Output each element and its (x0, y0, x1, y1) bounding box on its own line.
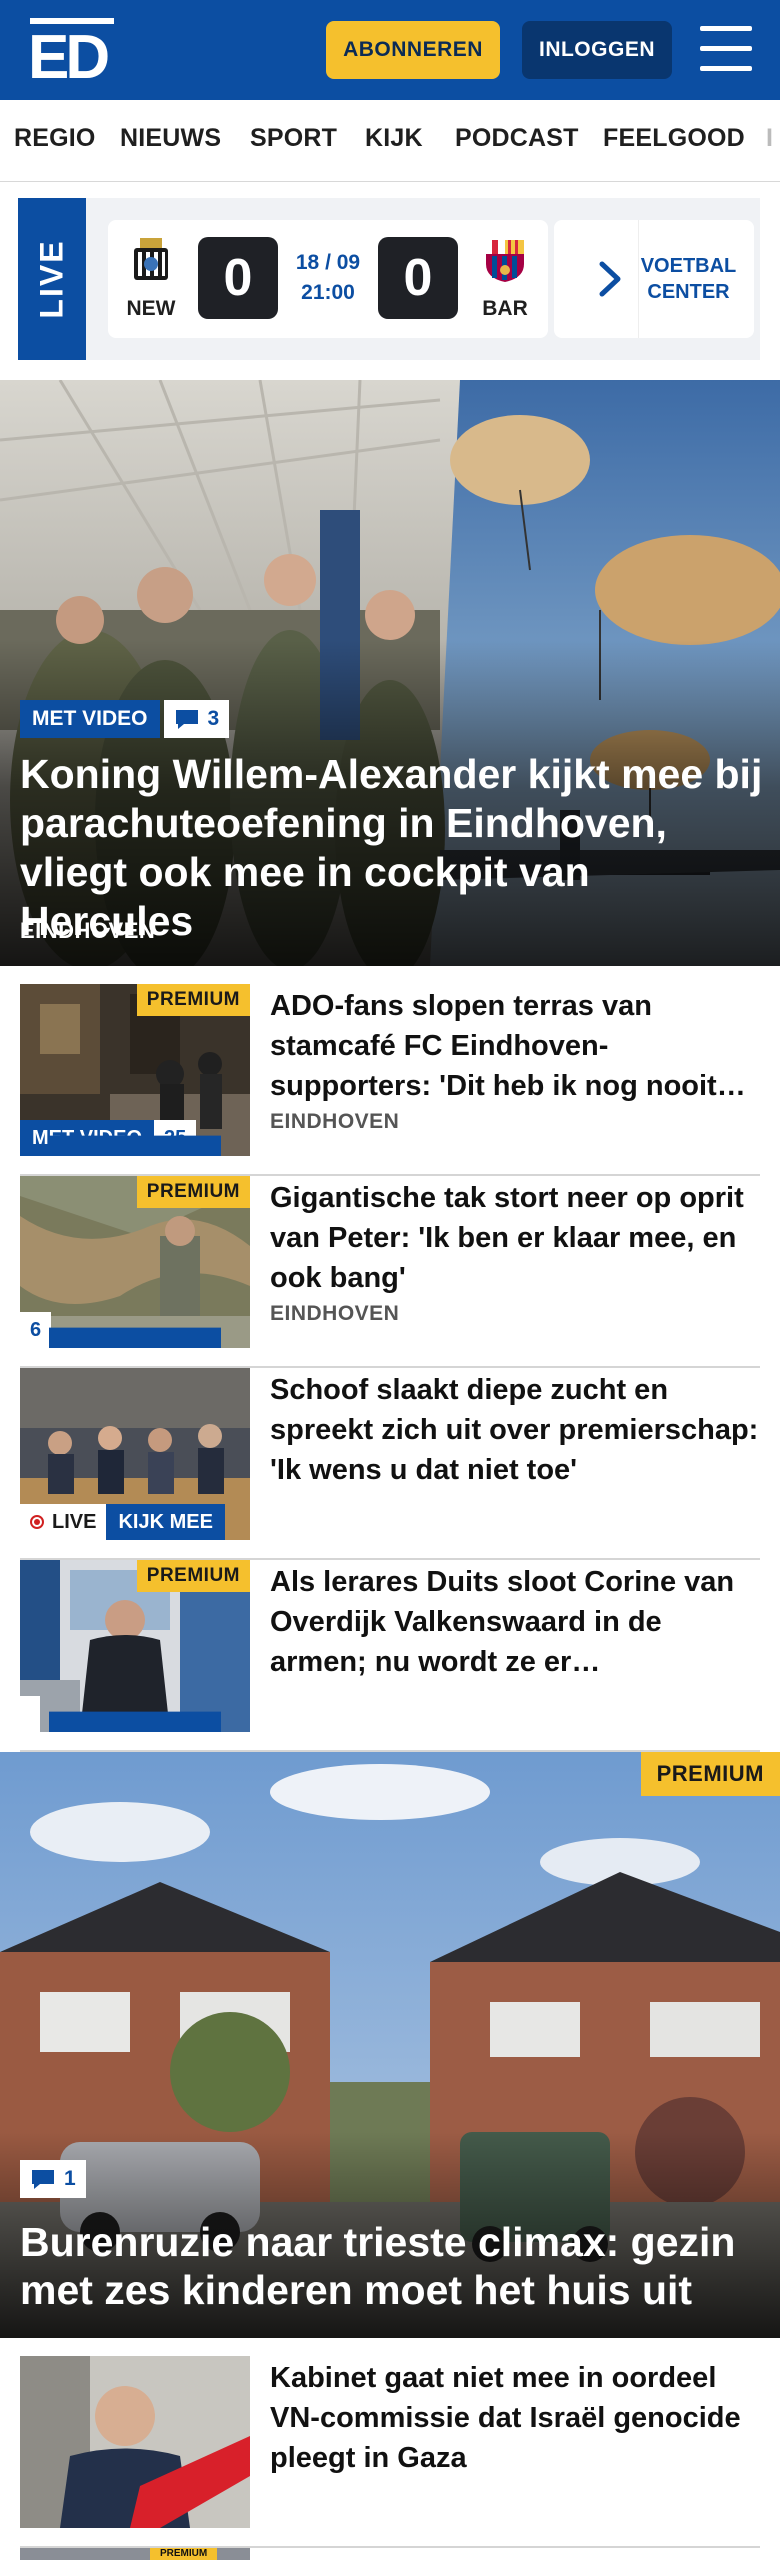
article-thumbnail: PREMIUM MET VIDEO 25 (20, 984, 250, 1156)
watch-live-button[interactable]: KIJK MEE (106, 1504, 225, 1540)
comment-count-badge[interactable]: 25 (49, 1120, 221, 1156)
section-nav: REGIO NIEUWS SPORT KIJK PODCAST FEELGOOD… (0, 100, 780, 182)
newcastle-crest-icon (134, 238, 168, 280)
hero-badges: MET VIDEO 3 (20, 700, 230, 738)
chevron-right-icon[interactable] (594, 260, 626, 298)
home-score: 0 (198, 237, 278, 319)
premium-badge: PREMIUM (136, 1560, 250, 1592)
nav-item-regio[interactable]: REGIO (14, 124, 96, 153)
article-thumbnail: LIVE KIJK MEE (20, 1368, 250, 1540)
barcelona-crest-icon (486, 240, 524, 282)
thumbnail-badges: LIVE KIJK MEE (20, 1504, 225, 1540)
article-item[interactable]: LIVE KIJK MEE Schoof slaakt diepe zucht … (20, 1368, 760, 1560)
match-card[interactable]: NEW 0 18 / 09 21:00 0 BAR (108, 220, 548, 338)
away-team-abbr: BAR (482, 297, 528, 320)
thumbnail-badges (20, 1696, 221, 1732)
live-label: LIVE (18, 198, 86, 360)
featured-article[interactable]: PREMIUM 1 Burenruzie naar trieste climax… (0, 1752, 780, 2338)
nav-item-kijk[interactable]: KIJK (365, 124, 423, 153)
hero-headline[interactable]: Koning Willem-Alexander kijkt mee bij pa… (20, 750, 764, 946)
voetbal-center-card[interactable]: VOETBAL CENTER (554, 220, 754, 338)
thumbnail-badges: MET VIDEO 25 (20, 1120, 221, 1156)
nav-item-sport[interactable]: SPORT (250, 124, 337, 153)
hero-location-tag: EINDHOVEN (20, 918, 156, 943)
comment-count-badge[interactable]: 6 (20, 1312, 221, 1348)
article-location-tag: EINDHOVEN (270, 1302, 400, 1325)
article-location-tag: EINDHOVEN (270, 1110, 400, 1133)
comment-icon (175, 710, 198, 729)
comment-icon (49, 1711, 221, 1732)
article-item[interactable]: PREMIUM 6 Gigantische tak stort neer op … (20, 1176, 760, 1368)
away-team: BAR (472, 234, 538, 321)
home-team-abbr: NEW (126, 297, 176, 320)
svg-text:ED: ED (28, 23, 108, 82)
article-headline[interactable]: Schoof slaakt diepe zucht en spreekt zic… (270, 1370, 760, 1490)
comment-count-badge[interactable]: 1 (20, 2160, 86, 2198)
nav-item-feelgood[interactable]: FEELGOOD (603, 124, 745, 153)
article-headline[interactable]: ADO-fans slopen terras van stamcafé FC E… (270, 986, 760, 1106)
ed-logo[interactable]: ED (28, 18, 118, 82)
comment-count-badge[interactable] (20, 1696, 221, 1732)
article-item[interactable]: PREMIUM Als lerares Duits sloot Corine v… (20, 1560, 760, 1752)
article-thumbnail: PREMIUM 6 (20, 1176, 250, 1348)
match-datetime: 18 / 09 21:00 (295, 251, 361, 304)
comment-icon (49, 1135, 221, 1156)
nav-item-nieuws[interactable]: NIEUWS (120, 124, 221, 153)
featured-headline[interactable]: Burenruzie naar trieste climax: gezin me… (20, 2218, 764, 2314)
comment-icon (32, 2170, 54, 2189)
comment-icon (49, 1327, 221, 1348)
comment-count-badge[interactable]: 3 (163, 700, 230, 738)
premium-badge: PREMIUM (150, 2548, 218, 2560)
live-scores-bar: LIVE NEW 0 18 / 09 21:00 0 BAR VOETBAL C… (18, 198, 760, 360)
premium-badge: PREMIUM (136, 1176, 250, 1208)
hero-article[interactable]: MET VIDEO 3 Koning Willem-Alexander kijk… (0, 380, 780, 966)
article-item[interactable]: Kabinet gaat niet mee in oordeel VN-comm… (20, 2356, 760, 2548)
hamburger-icon[interactable] (700, 26, 752, 72)
article-item-partial[interactable]: PREMIUM (20, 2548, 760, 2560)
nav-item-podcast[interactable]: PODCAST (455, 124, 579, 153)
thumbnail-badges: 6 (20, 1312, 221, 1348)
article-thumbnail: PREMIUM (20, 1560, 250, 1732)
away-score: 0 (378, 237, 458, 319)
video-badge: MET VIDEO (20, 700, 160, 738)
live-badge: LIVE (20, 1504, 107, 1540)
subscribe-button[interactable]: ABONNEREN (326, 21, 500, 79)
premium-badge: PREMIUM (136, 984, 250, 1016)
article-headline[interactable]: Kabinet gaat niet mee in oordeel VN-comm… (270, 2358, 760, 2478)
login-button[interactable]: INLOGGEN (522, 21, 672, 79)
article-headline[interactable]: Als lerares Duits sloot Corine van Overd… (270, 1562, 760, 1682)
article-thumbnail (20, 2356, 250, 2528)
site-header: ED ABONNEREN INLOGGEN (0, 0, 780, 100)
premium-badge: PREMIUM (640, 1752, 780, 1796)
article-headline[interactable]: Gigantische tak stort neer op oprit van … (270, 1178, 760, 1298)
home-team: NEW (118, 234, 184, 321)
live-dot-icon (30, 1515, 44, 1529)
article-item[interactable]: PREMIUM MET VIDEO 25 ADO-fans slopen ter… (20, 984, 760, 1176)
voetbal-center-link[interactable]: VOETBAL CENTER (638, 220, 738, 338)
nav-item-more[interactable]: I (766, 124, 773, 153)
